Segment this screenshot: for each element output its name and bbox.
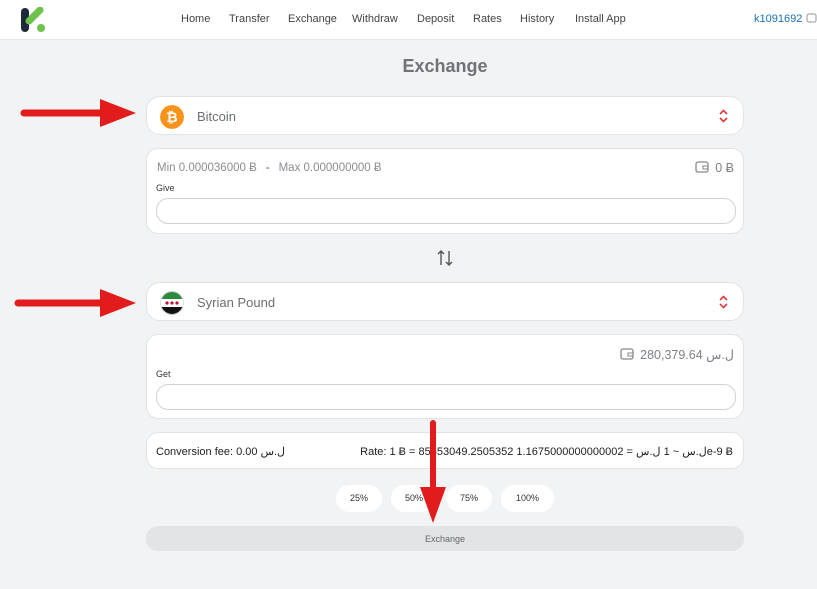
percent-25-button[interactable]: 25% <box>336 485 382 512</box>
exchange-submit-button[interactable]: Exchange <box>146 526 744 551</box>
bitcoin-icon: ₿ <box>160 105 184 129</box>
give-balance: 0 Ƀ <box>695 161 734 175</box>
give-min-amount: Min 0.000036000 Ƀ <box>157 162 257 174</box>
svg-text:₿: ₿ <box>166 110 177 126</box>
get-currency-label: Syrian Pound <box>197 295 276 310</box>
chevron-up-down-icon <box>719 109 728 123</box>
user-account-link[interactable]: k1091692 <box>754 13 802 25</box>
range-separator: - <box>265 162 270 174</box>
give-field-label: Give <box>156 183 175 193</box>
get-amount-input[interactable] <box>156 384 736 410</box>
get-balance: 280,379.64 ل.س <box>620 347 734 362</box>
give-currency-label: Bitcoin <box>197 109 237 124</box>
chevron-up-down-icon <box>719 295 728 309</box>
give-currency-select[interactable]: ₿ Bitcoin <box>146 96 744 135</box>
give-amount-card: Min 0.000036000 Ƀ - Max 0.000000000 Ƀ 0 Ƀ … <box>146 148 744 234</box>
nav-rates[interactable]: Rates <box>473 13 502 25</box>
nav-deposit[interactable]: Deposit <box>417 13 454 25</box>
conversion-fee: Conversion fee: 0.00 ل.س <box>156 446 286 458</box>
give-max-amount: Max 0.000000000 Ƀ <box>278 162 382 174</box>
exchange-rate: Rate: 1 Ƀ = 85653049.2505352 ل.س ~ 1 ل.س… <box>360 446 733 458</box>
nav-withdraw[interactable]: Withdraw <box>352 13 398 25</box>
give-limits: Min 0.000036000 Ƀ - Max 0.000000000 Ƀ <box>157 162 382 174</box>
account-menu-icon[interactable] <box>806 12 817 24</box>
main-nav: Home Transfer Exchange Withdraw Deposit … <box>0 0 817 40</box>
annotation-arrow-to-get-select <box>14 289 136 317</box>
percent-100-button[interactable]: 100% <box>501 485 554 512</box>
get-balance-value: 280,379.64 ل.س <box>640 348 734 362</box>
swap-arrows-icon[interactable] <box>435 248 455 268</box>
nav-history[interactable]: History <box>520 13 554 25</box>
nav-transfer[interactable]: Transfer <box>229 13 270 25</box>
get-field-label: Get <box>156 369 171 379</box>
annotation-arrow-to-give-select <box>20 99 136 127</box>
wallet-icon <box>620 348 634 360</box>
annotation-arrow-to-exchange-button <box>420 420 446 523</box>
percent-75-button[interactable]: 75% <box>446 485 492 512</box>
give-amount-input[interactable] <box>156 198 736 224</box>
page-title: Exchange <box>402 56 488 76</box>
nav-exchange[interactable]: Exchange <box>288 13 337 25</box>
wallet-icon <box>695 161 709 173</box>
get-amount-card: 280,379.64 ل.س Get <box>146 334 744 419</box>
top-navigation-bar: Home Transfer Exchange Withdraw Deposit … <box>0 0 817 40</box>
give-balance-value: 0 Ƀ <box>715 161 734 175</box>
nav-home[interactable]: Home <box>181 13 210 25</box>
get-currency-select[interactable]: Syrian Pound <box>146 282 744 321</box>
nav-install-app[interactable]: Install App <box>575 13 626 25</box>
syria-flag-icon <box>160 291 184 315</box>
